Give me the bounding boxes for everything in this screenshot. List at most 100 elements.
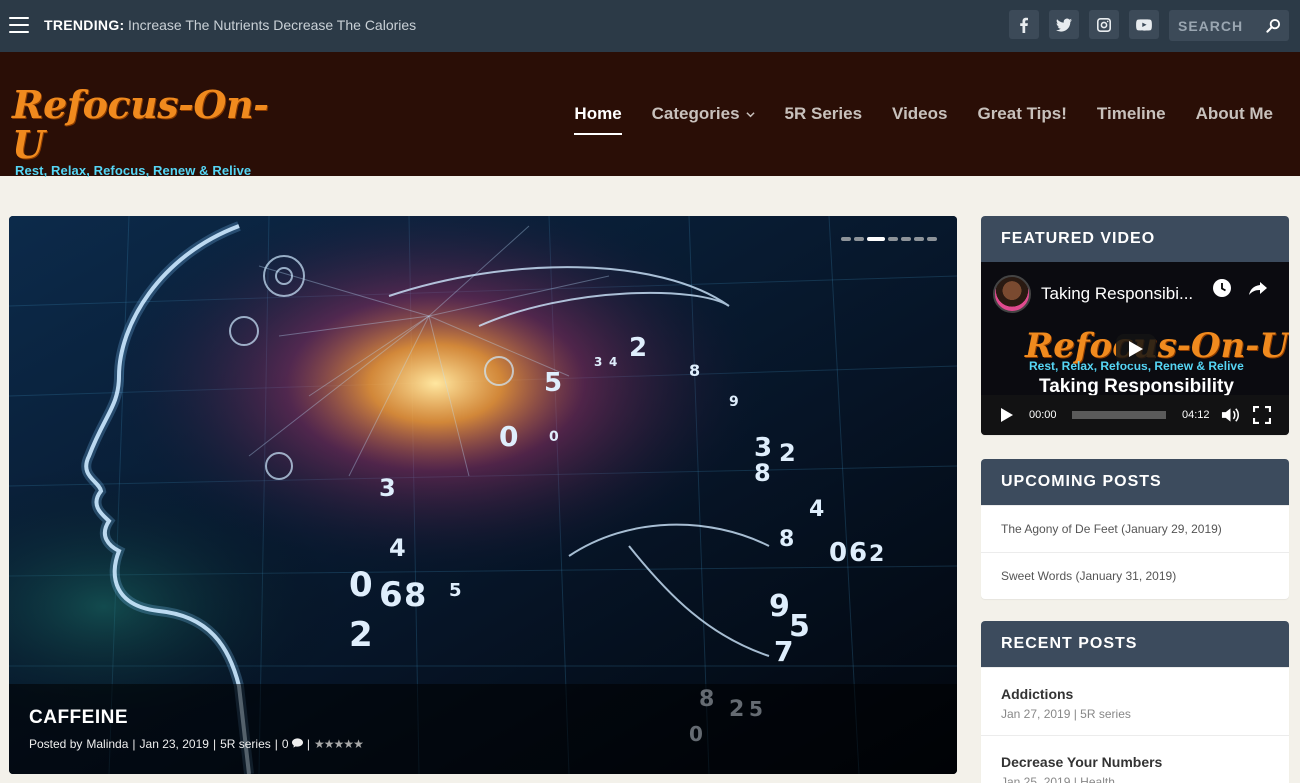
menu-icon[interactable] [9, 17, 29, 33]
svg-text:3: 3 [594, 355, 602, 369]
slide-meta: Posted by Malinda | Jan 23, 2019 | 5R se… [29, 737, 364, 751]
meta-separator: | [212, 737, 217, 751]
nav-5r-series[interactable]: 5R Series [785, 104, 863, 124]
logo-title: Refocus-On-U [12, 82, 269, 167]
svg-text:4: 4 [609, 355, 617, 369]
nav-about-me[interactable]: About Me [1196, 104, 1273, 124]
recent-post-meta: Jan 25, 2019 | Health [1001, 775, 1115, 783]
recent-post-title[interactable]: Addictions [1001, 686, 1269, 702]
widget-title: RECENT POSTS [981, 621, 1289, 667]
slider-dot[interactable] [841, 237, 851, 241]
video-progress-bar[interactable] [1072, 411, 1166, 419]
slider-dot[interactable] [854, 237, 864, 241]
widget-title: UPCOMING POSTS [981, 459, 1289, 505]
svg-text:2: 2 [779, 439, 796, 467]
post-date: Jan 23, 2019 [139, 737, 209, 751]
twitter-icon[interactable] [1049, 10, 1079, 39]
meta-separator: | [274, 737, 278, 751]
play-icon [1129, 341, 1143, 357]
facebook-icon[interactable] [1009, 10, 1039, 39]
svg-text:5: 5 [544, 368, 562, 398]
site-header: Refocus-On-U Rest, Relax, Refocus, Renew… [0, 52, 1300, 179]
site-logo[interactable]: Refocus-On-U Rest, Relax, Refocus, Renew… [12, 85, 277, 179]
time-current: 00:00 [1029, 409, 1057, 421]
posted-by-label: Posted by [29, 737, 83, 751]
instagram-icon[interactable] [1089, 10, 1119, 39]
svg-text:8: 8 [404, 576, 426, 614]
time-total: 04:12 [1182, 409, 1210, 421]
video-title[interactable]: Taking Responsibi... [1041, 284, 1193, 304]
channel-avatar[interactable] [993, 275, 1031, 313]
recent-post-meta: Jan 27, 2019 | 5R series [1001, 707, 1131, 721]
slider-dot-active[interactable] [867, 237, 885, 241]
svg-text:6: 6 [379, 575, 403, 615]
share-icon[interactable] [1248, 278, 1268, 298]
volume-icon[interactable] [1221, 406, 1240, 424]
video-play-overlay[interactable] [1116, 334, 1156, 364]
top-bar: TRENDING: Increase The Nutrients Decreas… [0, 0, 1300, 52]
slider-dot[interactable] [901, 237, 911, 241]
slide-title[interactable]: CAFFEINE [29, 707, 128, 729]
video-controls: 00:00 04:12 [981, 395, 1289, 435]
youtube-icon[interactable] [1129, 10, 1159, 39]
nav-home[interactable]: Home [574, 104, 622, 135]
svg-text:2: 2 [629, 333, 647, 363]
svg-text:3: 3 [379, 474, 396, 502]
slide-caption: CAFFEINE Posted by Malinda | Jan 23, 201… [9, 684, 957, 774]
svg-text:0: 0 [349, 565, 373, 605]
comment-icon [291, 738, 303, 748]
trending-label: TRENDING: [44, 17, 125, 33]
slider-dots [841, 237, 937, 241]
list-item[interactable]: Sweet Words (January 31, 2019) [981, 552, 1289, 599]
slider-dot[interactable] [888, 237, 898, 241]
featured-slider[interactable]: 25 03 28 34 06 82 46 02 89 57 82 50 54 3… [9, 216, 957, 774]
svg-text:0: 0 [829, 538, 847, 568]
slider-dot[interactable] [927, 237, 937, 241]
recent-posts-widget: RECENT POSTS Addictions Jan 27, 2019 | 5… [981, 621, 1289, 783]
search-icon[interactable] [1266, 18, 1281, 33]
svg-text:9: 9 [769, 589, 790, 624]
list-item[interactable]: Decrease Your Numbers Jan 25, 2019 | Hea… [981, 735, 1289, 783]
video-header: Taking Responsibi... [993, 275, 1193, 313]
nav-timeline[interactable]: Timeline [1097, 104, 1166, 124]
recent-post-title[interactable]: Decrease Your Numbers [1001, 754, 1269, 770]
svg-text:0: 0 [549, 429, 559, 445]
meta-separator: | [132, 737, 136, 751]
video-player[interactable]: Taking Responsibi... Refocus-On-U Rest, … [981, 262, 1289, 435]
svg-text:8: 8 [779, 527, 794, 552]
list-item[interactable]: Addictions Jan 27, 2019 | 5R series [981, 667, 1289, 735]
nav-great-tips[interactable]: Great Tips! [977, 104, 1066, 124]
svg-text:8: 8 [689, 361, 700, 380]
clock-icon[interactable] [1212, 278, 1232, 298]
list-item[interactable]: The Agony of De Feet (January 29, 2019) [981, 505, 1289, 552]
fullscreen-icon[interactable] [1253, 406, 1271, 424]
comment-count: 0 [281, 737, 289, 751]
nav-categories[interactable]: Categories [652, 104, 755, 124]
svg-text:4: 4 [389, 534, 406, 562]
nav-categories-label: Categories [651, 104, 740, 123]
logo-tagline: Rest, Relax, Refocus, Renew & Relive [15, 163, 252, 178]
svg-text:8: 8 [754, 459, 771, 487]
svg-text:4: 4 [809, 497, 824, 522]
category-link[interactable]: 5R series [220, 737, 271, 751]
upcoming-posts-widget: UPCOMING POSTS The Agony of De Feet (Jan… [981, 459, 1289, 599]
rating-stars: ★★★★★ [314, 737, 364, 751]
svg-text:9: 9 [729, 394, 739, 410]
author-link[interactable]: Malinda [86, 737, 128, 751]
search-input[interactable] [1169, 10, 1261, 41]
search-box [1169, 10, 1289, 41]
main-nav: Home Categories 5R Series Videos Great T… [574, 104, 1273, 135]
svg-text:2: 2 [349, 615, 373, 655]
meta-separator: | [306, 737, 311, 751]
trending-link[interactable]: Increase The Nutrients Decrease The Calo… [128, 17, 416, 33]
svg-text:2: 2 [869, 542, 884, 567]
play-button-icon[interactable] [1000, 407, 1014, 423]
comments-link[interactable]: 0 [282, 737, 303, 751]
chevron-down-icon [745, 111, 755, 117]
nav-videos[interactable]: Videos [892, 104, 947, 124]
slider-dot[interactable] [914, 237, 924, 241]
svg-text:0: 0 [499, 420, 518, 453]
featured-video-widget: FEATURED VIDEO Taking Responsibi... Refo… [981, 216, 1289, 435]
svg-text:7: 7 [774, 635, 793, 668]
svg-text:6: 6 [849, 538, 867, 568]
